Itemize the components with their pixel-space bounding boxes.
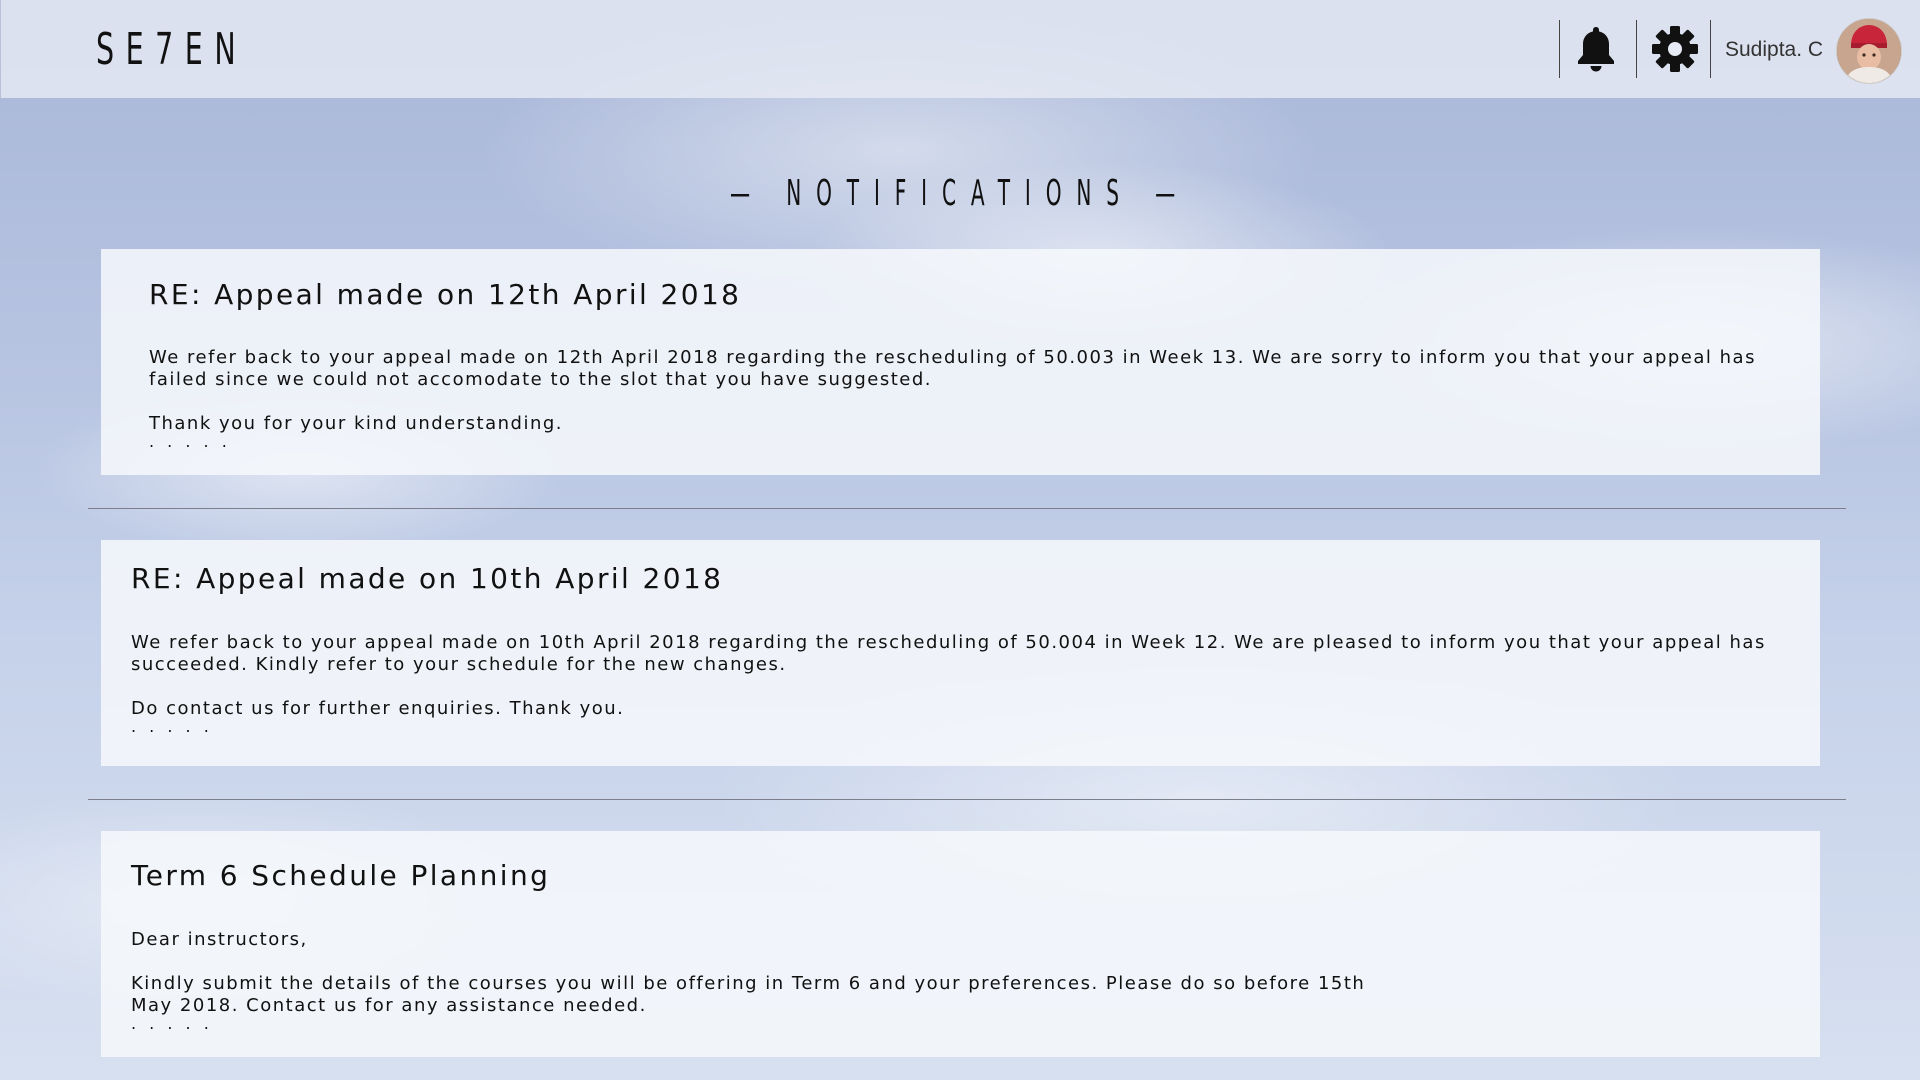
notification-title: RE: Appeal made on 10th April 2018: [131, 562, 724, 595]
notification-card[interactable]: RE: Appeal made on 12th April 2018 We re…: [101, 249, 1820, 475]
user-name[interactable]: Sudipta. C: [1725, 37, 1823, 63]
notification-body: We refer back to your appeal made on 12t…: [149, 347, 1799, 451]
notification-paragraph: We refer back to your appeal made on 12t…: [149, 347, 1756, 390]
avatar[interactable]: [1836, 18, 1902, 84]
notification-ellipsis: . . . . .: [131, 1014, 213, 1033]
notification-paragraph: We refer back to your appeal made on 10t…: [131, 632, 1766, 675]
notification-body: We refer back to your appeal made on 10t…: [131, 632, 1781, 736]
header-divider: [1559, 20, 1560, 78]
notification-title: Term 6 Schedule Planning: [131, 859, 551, 892]
avatar-image: [1837, 19, 1901, 83]
header-divider: [1636, 20, 1637, 78]
notifications-button[interactable]: [1571, 24, 1621, 74]
notification-ellipsis: . . . . .: [149, 432, 231, 451]
notification-ellipsis: . . . . .: [131, 717, 213, 736]
notification-title: RE: Appeal made on 12th April 2018: [149, 278, 742, 311]
notification-body: Dear instructors, Kindly submit the deta…: [131, 929, 1411, 1033]
notification-card[interactable]: Term 6 Schedule Planning Dear instructor…: [101, 831, 1820, 1057]
notification-paragraph: Thank you for your kind understanding.: [149, 413, 564, 434]
top-bar: SE7EN Sudipta. C: [0, 0, 1920, 98]
divider: [88, 508, 1846, 509]
notification-paragraph: Do contact us for further enquiries. Tha…: [131, 698, 625, 719]
bell-icon: [1578, 27, 1614, 72]
header-divider: [1710, 20, 1711, 78]
settings-button[interactable]: [1650, 24, 1700, 74]
notification-card[interactable]: RE: Appeal made on 10th April 2018 We re…: [101, 540, 1820, 766]
app-logo[interactable]: SE7EN: [96, 26, 247, 74]
gear-icon: [1652, 26, 1698, 72]
notification-paragraph: Kindly submit the details of the courses…: [131, 973, 1366, 1016]
page-title-wrap: — NOTIFICATIONS —: [0, 172, 1920, 216]
page-title: — NOTIFICATIONS —: [729, 173, 1191, 214]
notification-paragraph: Dear instructors,: [131, 929, 308, 950]
divider: [88, 799, 1846, 800]
